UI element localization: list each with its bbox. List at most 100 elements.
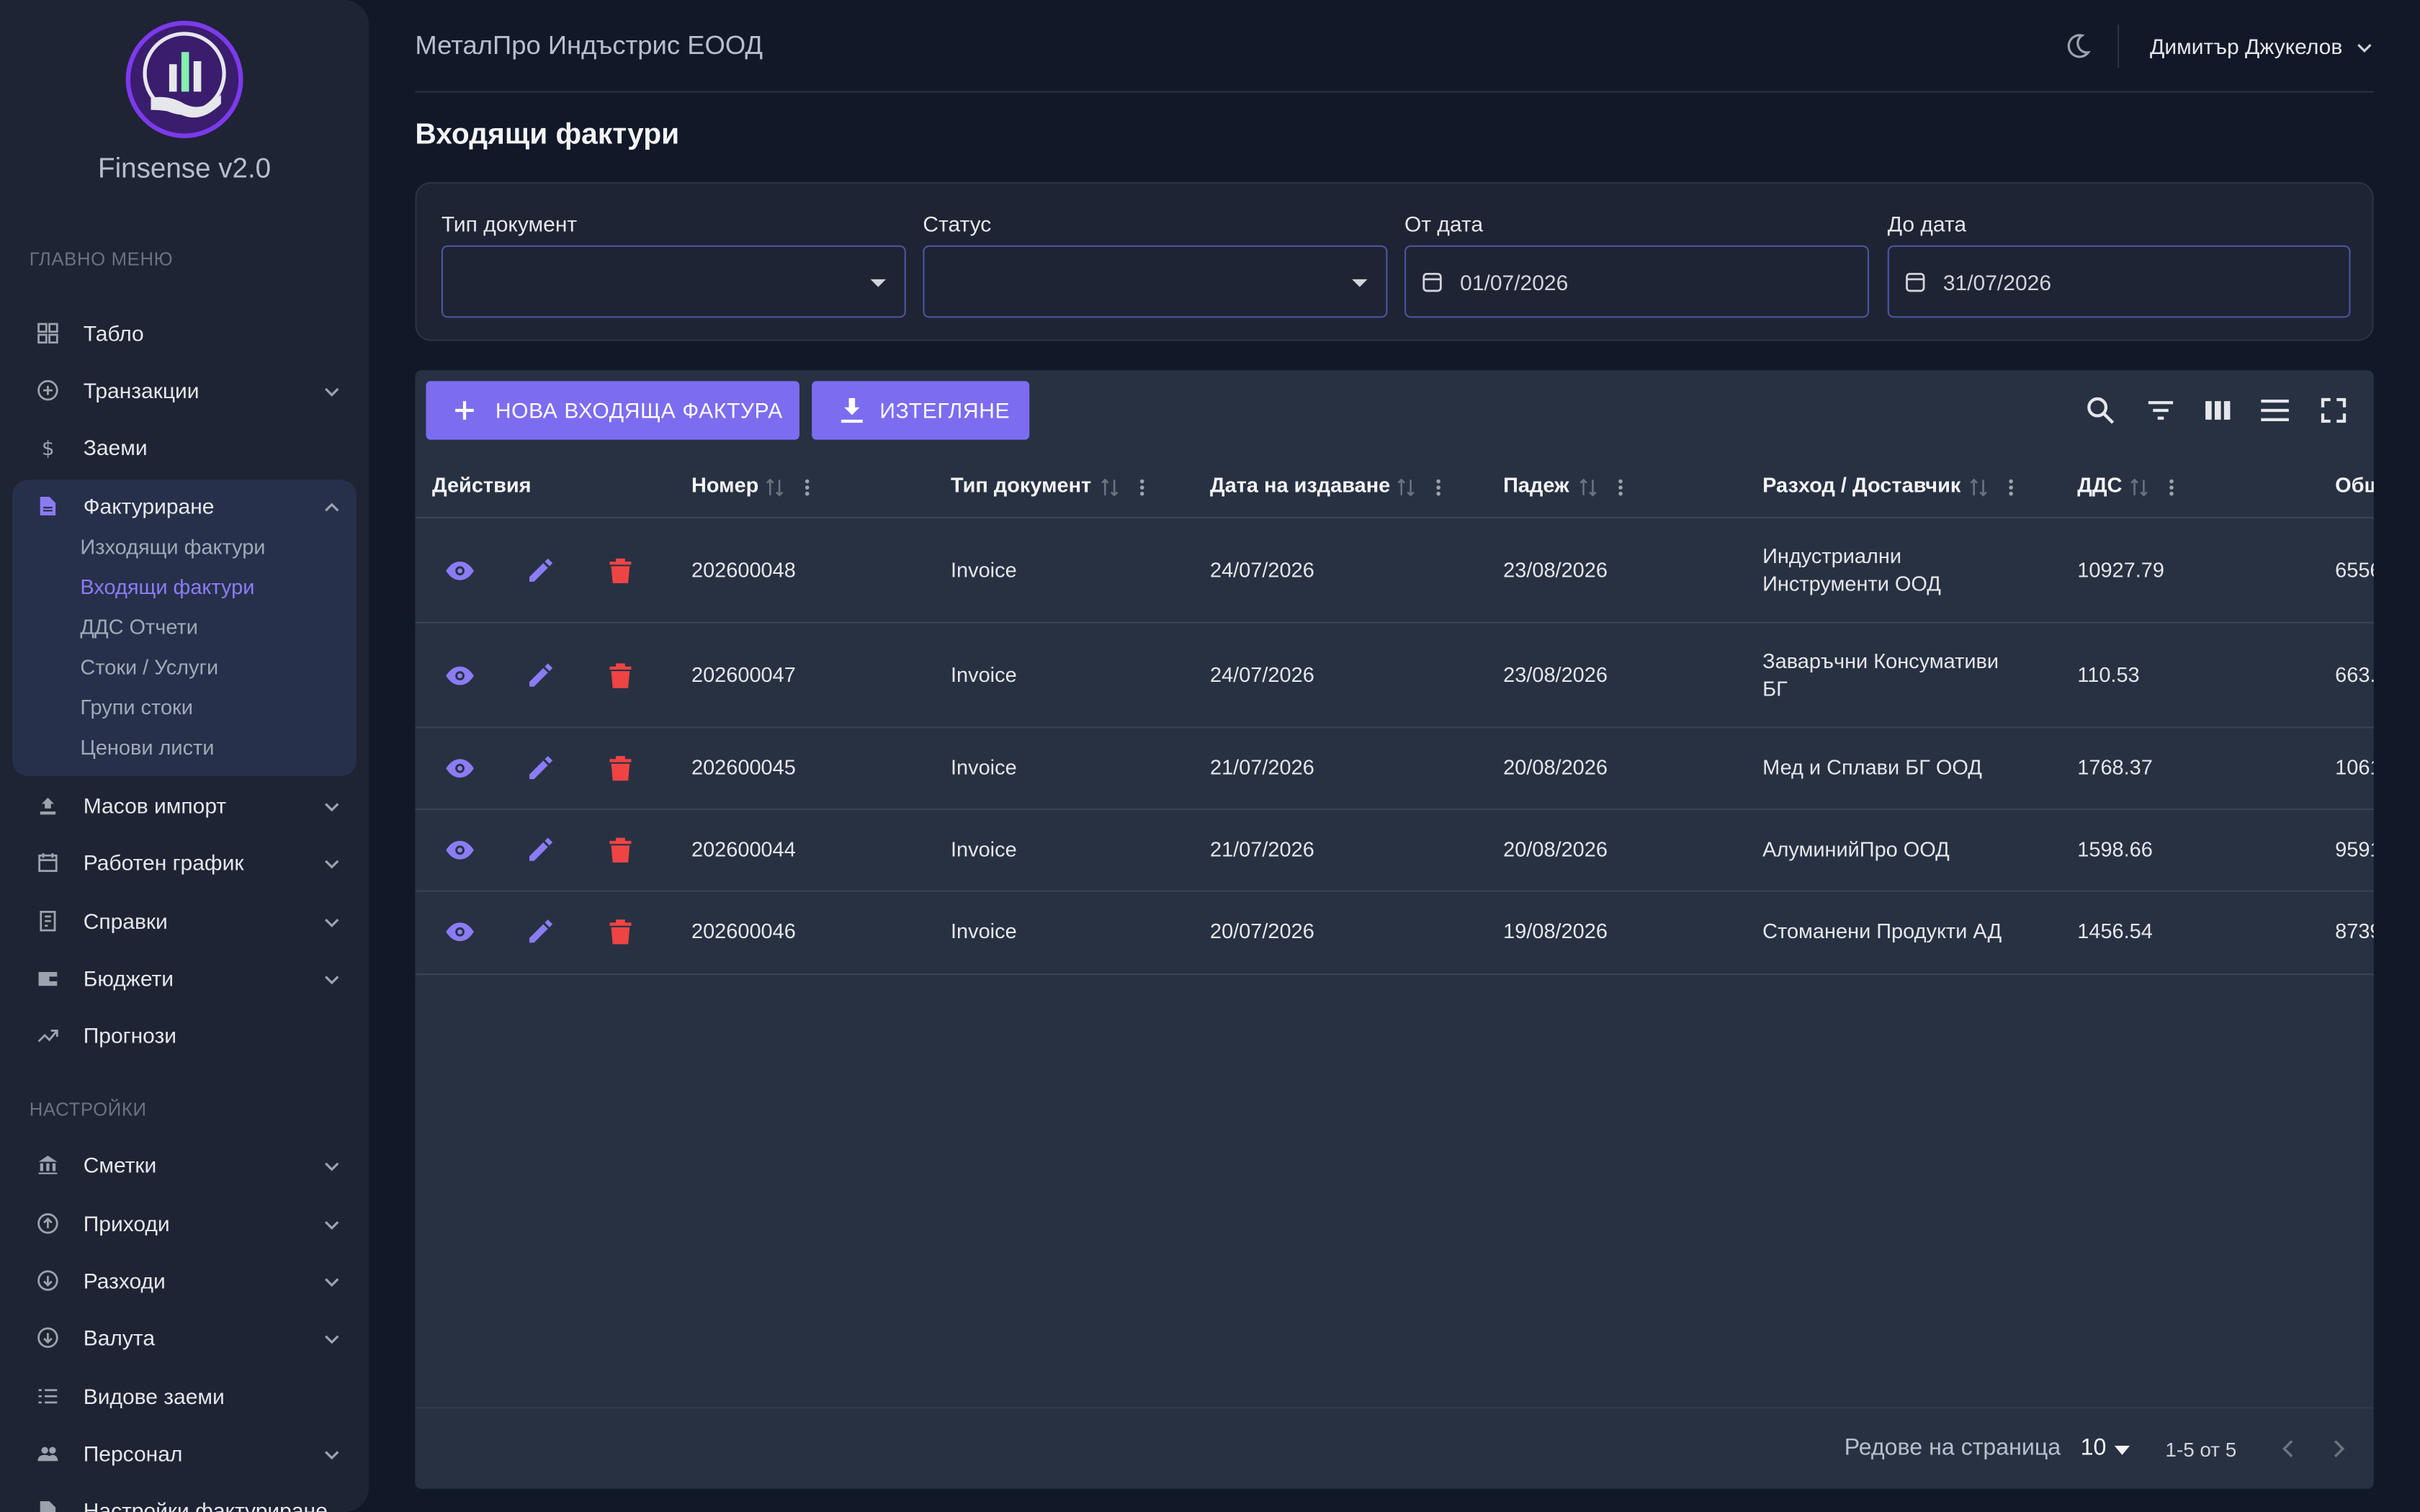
density-icon[interactable] [2259, 395, 2290, 426]
from-date-input[interactable]: 01/07/2026 [1404, 245, 1869, 318]
sidebar-item-invoice-settings[interactable]: Настройки фактуриране [12, 1484, 357, 1512]
delete-icon[interactable] [605, 660, 636, 691]
view-icon[interactable] [444, 753, 475, 784]
search-icon[interactable] [2085, 395, 2116, 426]
chevron-left-icon[interactable] [2278, 1438, 2300, 1459]
edit-icon[interactable] [525, 555, 556, 586]
col-actions: Действия [432, 473, 532, 497]
edit-icon[interactable] [525, 834, 556, 865]
sidebar-item-dashboard[interactable]: Табло [12, 307, 357, 359]
table-row[interactable]: 202600048 Invoice 24/07/2026 23/08/2026 … [415, 518, 2374, 624]
view-icon[interactable] [444, 917, 475, 948]
status-select[interactable] [923, 245, 1388, 318]
col-number[interactable]: Номер [691, 474, 758, 497]
sidebar-subitem-pricelists[interactable]: Ценови листи [80, 736, 214, 759]
sort-column-menu-icon[interactable] [766, 477, 812, 498]
sidebar-item-loans[interactable]: $ Заеми [12, 421, 357, 474]
sidebar-item-label: Транзакции [83, 378, 200, 403]
cell-doc-type: Invoice [951, 837, 1017, 861]
view-icon[interactable] [444, 660, 475, 691]
table-row[interactable]: 202600047 Invoice 24/07/2026 23/08/2026 … [415, 624, 2374, 729]
download-icon [841, 397, 863, 423]
chevron-down-icon[interactable] [2355, 39, 2374, 58]
delete-icon[interactable] [605, 834, 636, 865]
sidebar-subitem-outgoing[interactable]: Изходящи фактури [80, 536, 265, 559]
calendar-icon[interactable] [1904, 271, 1926, 293]
sidebar-item-loan-types[interactable]: Видове заеми [12, 1370, 357, 1423]
moon-icon[interactable] [2063, 32, 2092, 60]
sidebar-item-reports[interactable]: Справки [12, 895, 357, 948]
sidebar-item-expenses[interactable]: Разходи [12, 1254, 357, 1307]
download-button[interactable]: ИЗТЕГЛЯНЕ [812, 381, 1030, 440]
filter-icon[interactable] [2146, 395, 2177, 426]
fullscreen-icon[interactable] [2318, 395, 2349, 426]
view-icon[interactable] [444, 834, 475, 865]
sidebar-subitem-goods[interactable]: Стоки / Услуги [80, 656, 218, 679]
sort-column-menu-icon[interactable] [1101, 477, 1147, 498]
sidebar-item-import[interactable]: Масов импорт [12, 779, 357, 832]
chevron-down-icon [325, 1451, 339, 1460]
sidebar-item-currency[interactable]: Валута [12, 1311, 357, 1364]
calendar-icon[interactable] [1422, 271, 1443, 293]
cell-total: 1061 [2335, 756, 2374, 780]
user-menu[interactable]: Димитър Джукелов [2150, 34, 2342, 58]
sidebar-item-forecasts[interactable]: Прогнози [12, 1009, 357, 1061]
sidebar-item-transactions[interactable]: Транзакции [12, 364, 357, 417]
sort-column-menu-icon[interactable] [1579, 477, 1625, 498]
sidebar-item-budgets[interactable]: Бюджети [12, 952, 357, 1004]
sidebar-subitem-vat[interactable]: ДДС Отчети [80, 616, 197, 639]
sidebar-item-label: Настройки фактуриране [83, 1498, 328, 1512]
cell-issue-date: 21/07/2026 [1210, 756, 1314, 780]
doc-type-select[interactable] [441, 245, 906, 318]
sidebar-item-staff[interactable]: Персонал [12, 1427, 357, 1480]
delete-icon[interactable] [605, 753, 636, 784]
table-row[interactable]: 202600044 Invoice 21/07/2026 20/08/2026 … [415, 810, 2374, 892]
edit-icon[interactable] [525, 753, 556, 784]
dollar-icon: $ [42, 436, 55, 458]
delete-icon[interactable] [605, 917, 636, 948]
cell-number: 202600048 [691, 558, 796, 582]
sidebar-item-accounts[interactable]: Сметки [12, 1138, 357, 1191]
to-date-input[interactable]: 31/07/2026 [1887, 245, 2351, 318]
delete-icon[interactable] [605, 555, 636, 586]
sort-column-menu-icon[interactable] [1397, 477, 1443, 498]
sidebar-item-label: Валута [83, 1325, 156, 1350]
sidebar-item-schedule[interactable]: Работен график [12, 836, 357, 888]
edit-icon[interactable] [525, 917, 556, 948]
caret-down-icon [1352, 279, 1368, 287]
sidebar-item-income[interactable]: Приходи [12, 1197, 357, 1250]
caret-down-icon[interactable] [2114, 1445, 2130, 1455]
columns-icon[interactable] [2202, 395, 2233, 426]
sidebar-item-invoicing[interactable]: Фактуриране [12, 480, 357, 532]
sidebar-subitem-incoming[interactable]: Входящи фактури [80, 575, 254, 598]
sort-column-menu-icon[interactable] [1969, 477, 2015, 498]
sidebar-item-label: Масов импорт [83, 793, 227, 818]
col-due-date[interactable]: Падеж [1503, 474, 1569, 497]
col-doc-type[interactable]: Тип документ [951, 474, 1091, 497]
col-vat[interactable]: ДДС [2077, 474, 2122, 497]
table-row[interactable]: 202600046 Invoice 20/07/2026 19/08/2026 … [415, 892, 2374, 976]
col-issue-date[interactable]: Дата на издаване [1210, 474, 1390, 497]
rows-per-page-select[interactable]: 10 [2081, 1435, 2107, 1461]
table-row[interactable]: 202600045 Invoice 21/07/2026 20/08/2026 … [415, 728, 2374, 810]
col-supplier[interactable]: Разход / Доставчик [1762, 474, 1960, 497]
chevron-right-icon[interactable] [2327, 1438, 2349, 1459]
cell-doc-type: Invoice [951, 558, 1017, 582]
cell-doc-type: Invoice [951, 663, 1017, 687]
view-icon[interactable] [444, 555, 475, 586]
new-invoice-button[interactable]: НОВА ВХОДЯЩА ФАКТУРА [426, 381, 799, 440]
sort-column-menu-icon[interactable] [2130, 477, 2176, 498]
sidebar-subitem-groups[interactable]: Групи стоки [80, 696, 192, 719]
sidebar-item-label: Разходи [83, 1268, 166, 1293]
app-logo[interactable] [123, 19, 245, 140]
sidebar-item-label: Прогнози [83, 1022, 177, 1048]
cell-vat: 110.53 [2077, 663, 2140, 687]
chevron-down-icon [325, 976, 339, 985]
col-total[interactable]: Обш [2335, 474, 2374, 497]
chevron-down-icon [325, 1278, 339, 1287]
sidebar-item-label: Заеми [83, 435, 148, 460]
edit-icon[interactable] [525, 660, 556, 691]
header-divider-line [415, 91, 2374, 93]
plus-icon [455, 401, 474, 420]
from-date-value: 01/07/2026 [1460, 270, 1569, 295]
